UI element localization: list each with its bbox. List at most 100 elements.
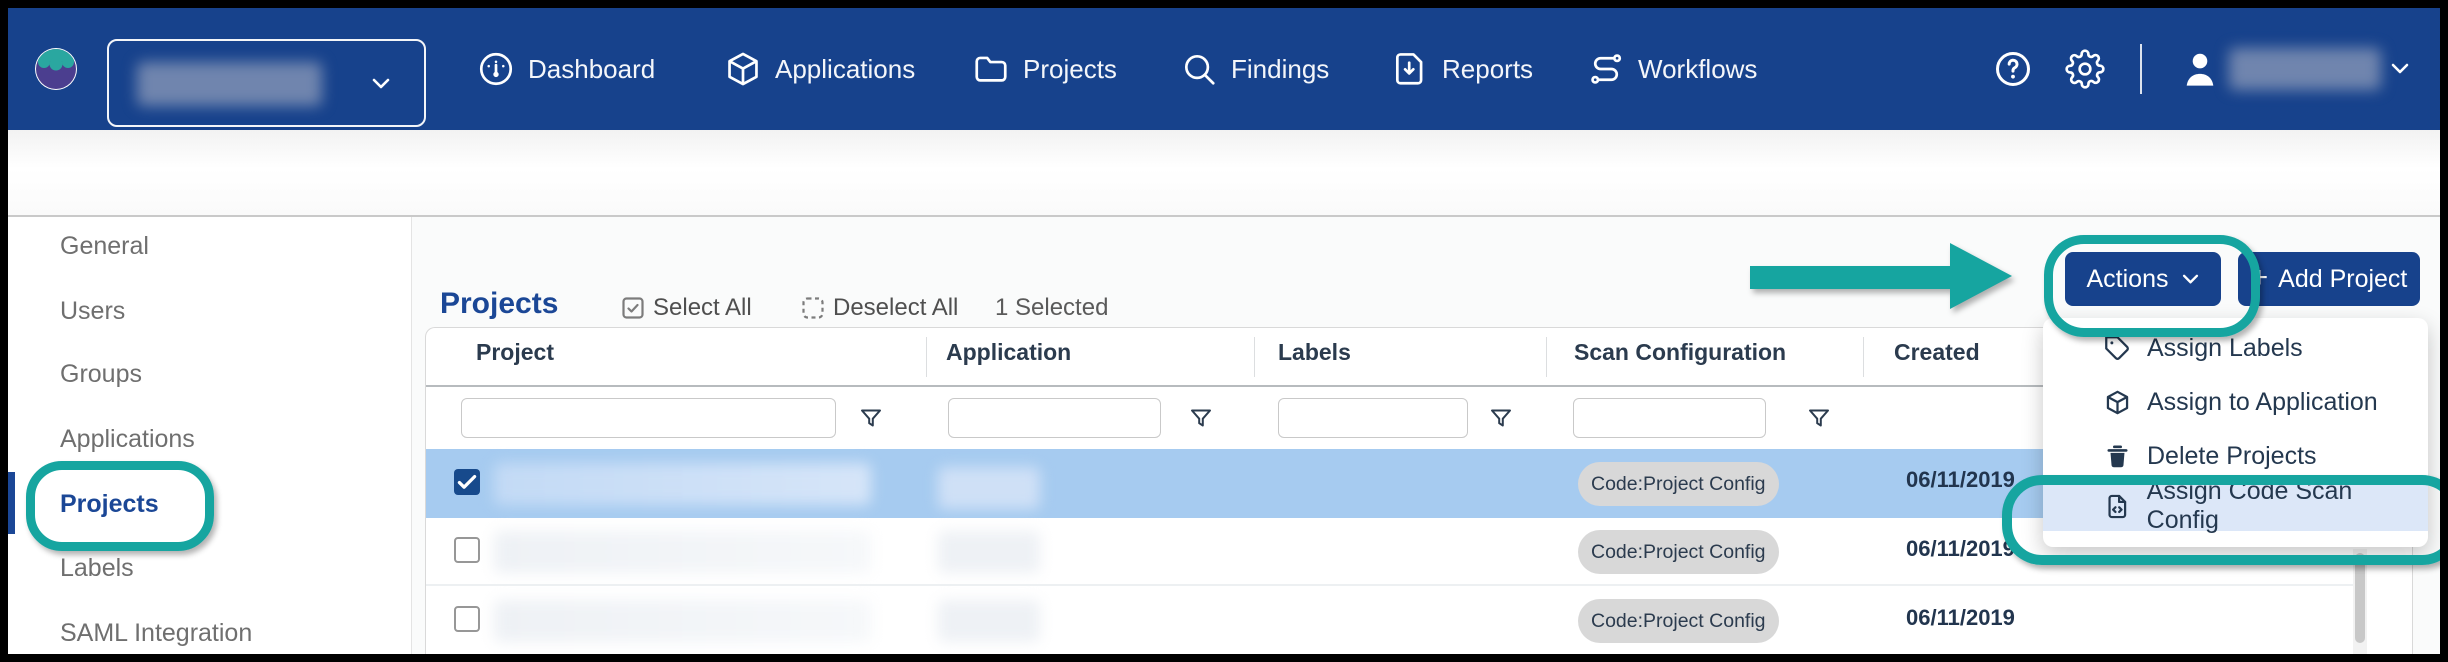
gear-icon [2065, 49, 2105, 89]
filter-funnel-icon[interactable] [1489, 406, 1513, 430]
filter-funnel-icon[interactable] [1807, 406, 1831, 430]
row-checkbox[interactable] [454, 537, 480, 563]
scan-config-badge: Code:Project Config [1578, 530, 1779, 574]
nav-item-label: Dashboard [528, 54, 655, 85]
nav-item-reports[interactable]: Reports [1391, 8, 1533, 130]
nav-item-label: Workflows [1638, 54, 1757, 85]
menu-item-label: Assign Labels [2147, 334, 2303, 363]
page-header: Administration [8, 130, 2440, 215]
vertical-scrollbar[interactable] [2353, 549, 2367, 654]
redacted-product-name [137, 62, 322, 106]
nav-item-label: Applications [775, 54, 915, 85]
add-project-button[interactable]: + Add Project [2238, 252, 2420, 306]
nav-item-dashboard[interactable]: Dashboard [477, 8, 655, 130]
row-checkbox[interactable] [454, 606, 480, 632]
redacted-username [2229, 48, 2381, 90]
user-menu[interactable] [2181, 8, 2409, 130]
filter-funnel-icon[interactable] [859, 406, 883, 430]
menu-item-assign-labels[interactable]: Assign Labels [2043, 322, 2428, 374]
workflows-icon [1587, 50, 1625, 88]
selected-count: 1 Selected [995, 294, 1108, 322]
sidebar-item-saml-integration[interactable]: SAML Integration [60, 617, 252, 649]
nav-item-label: Findings [1231, 54, 1329, 85]
nav-item-projects[interactable]: Projects [972, 8, 1117, 130]
menu-item-assign-to-application[interactable]: Assign to Application [2043, 376, 2428, 428]
nav-item-applications[interactable]: Applications [724, 8, 915, 130]
redacted-application-name [938, 467, 1040, 509]
nav-item-findings[interactable]: Findings [1180, 8, 1329, 130]
scrollbar-thumb[interactable] [2355, 553, 2365, 643]
menu-item-delete-projects[interactable]: Delete Projects [2043, 430, 2428, 482]
redacted-project-name [494, 463, 871, 505]
column-header-created[interactable]: Created [1894, 339, 1980, 366]
redacted-project-name [494, 600, 871, 642]
app-window: Dashboard Applications Projects Findings [0, 0, 2448, 662]
file-code-icon [2104, 493, 2131, 520]
checked-checkbox-icon [621, 296, 645, 320]
app-logo-icon [34, 47, 78, 91]
column-header-project[interactable]: Project [476, 339, 554, 366]
deselect-all-button[interactable] [801, 296, 825, 320]
column-header-labels[interactable]: Labels [1278, 339, 1351, 366]
filter-input-application[interactable] [948, 398, 1161, 438]
dashed-checkbox-icon [801, 296, 825, 320]
column-divider [1546, 337, 1547, 377]
column-divider [1863, 337, 1864, 377]
actions-dropdown-menu: Assign Labels Assign to Application Dele… [2043, 318, 2428, 547]
product-switcher-dropdown[interactable] [107, 39, 426, 127]
column-header-application[interactable]: Application [946, 339, 1071, 366]
row-checkbox-checked[interactable] [454, 469, 480, 495]
chevron-down-icon [2391, 63, 2409, 75]
settings-button[interactable] [2065, 49, 2105, 89]
actions-button[interactable]: Actions [2065, 252, 2221, 306]
menu-item-assign-code-scan-config[interactable]: Assign Code Scan Config [2043, 481, 2428, 531]
navbar-divider [2140, 44, 2142, 94]
applications-icon [724, 50, 762, 88]
column-header-scan-configuration[interactable]: Scan Configuration [1574, 339, 1786, 366]
sidebar-item-users[interactable]: Users [60, 295, 125, 327]
scan-config-badge: Code:Project Config [1578, 462, 1779, 506]
nav-item-label: Projects [1023, 54, 1117, 85]
filter-input-scan-configuration[interactable] [1573, 398, 1766, 438]
redacted-project-name [494, 531, 871, 573]
chevron-down-icon [2182, 274, 2199, 285]
sidebar-item-groups[interactable]: Groups [60, 358, 142, 390]
created-date: 06/11/2019 [1906, 467, 2015, 493]
sidebar-item-general[interactable]: General [60, 230, 149, 262]
check-icon [454, 469, 480, 495]
help-button[interactable] [1993, 49, 2033, 89]
filter-funnel-icon[interactable] [1189, 406, 1213, 430]
filter-input-project[interactable] [461, 398, 836, 438]
menu-item-label: Assign to Application [2147, 388, 2378, 417]
menu-item-label: Delete Projects [2147, 442, 2317, 471]
top-navbar: Dashboard Applications Projects Findings [8, 8, 2440, 130]
tag-icon [2104, 335, 2131, 362]
actions-button-label: Actions [2087, 265, 2169, 294]
user-avatar-icon [2181, 48, 2219, 90]
column-divider [1254, 337, 1255, 377]
findings-icon [1180, 50, 1218, 88]
sidebar-item-labels[interactable]: Labels [60, 552, 134, 584]
sidebar-active-indicator [8, 472, 15, 534]
dashboard-icon [477, 50, 515, 88]
trash-icon [2104, 443, 2131, 470]
reports-icon [1391, 50, 1429, 88]
nav-item-workflows[interactable]: Workflows [1587, 8, 1757, 130]
select-all-label[interactable]: Select All [653, 294, 752, 322]
cube-icon [2104, 389, 2131, 416]
add-project-label: Add Project [2278, 265, 2407, 294]
redacted-application-name [938, 531, 1040, 573]
chevron-down-icon [372, 78, 390, 90]
nav-item-label: Reports [1442, 54, 1533, 85]
sidebar-item-applications[interactable]: Applications [60, 423, 195, 455]
deselect-all-label[interactable]: Deselect All [833, 294, 958, 322]
created-date: 06/11/2019 [1906, 536, 2015, 562]
select-all-button[interactable] [621, 296, 645, 320]
filter-input-labels[interactable] [1278, 398, 1468, 438]
sidebar-item-projects[interactable]: Projects [60, 488, 159, 520]
projects-icon [972, 50, 1010, 88]
menu-item-label: Assign Code Scan Config [2147, 477, 2428, 535]
app-logo [34, 47, 78, 91]
help-icon [1993, 49, 2033, 89]
projects-heading: Projects [440, 287, 558, 321]
